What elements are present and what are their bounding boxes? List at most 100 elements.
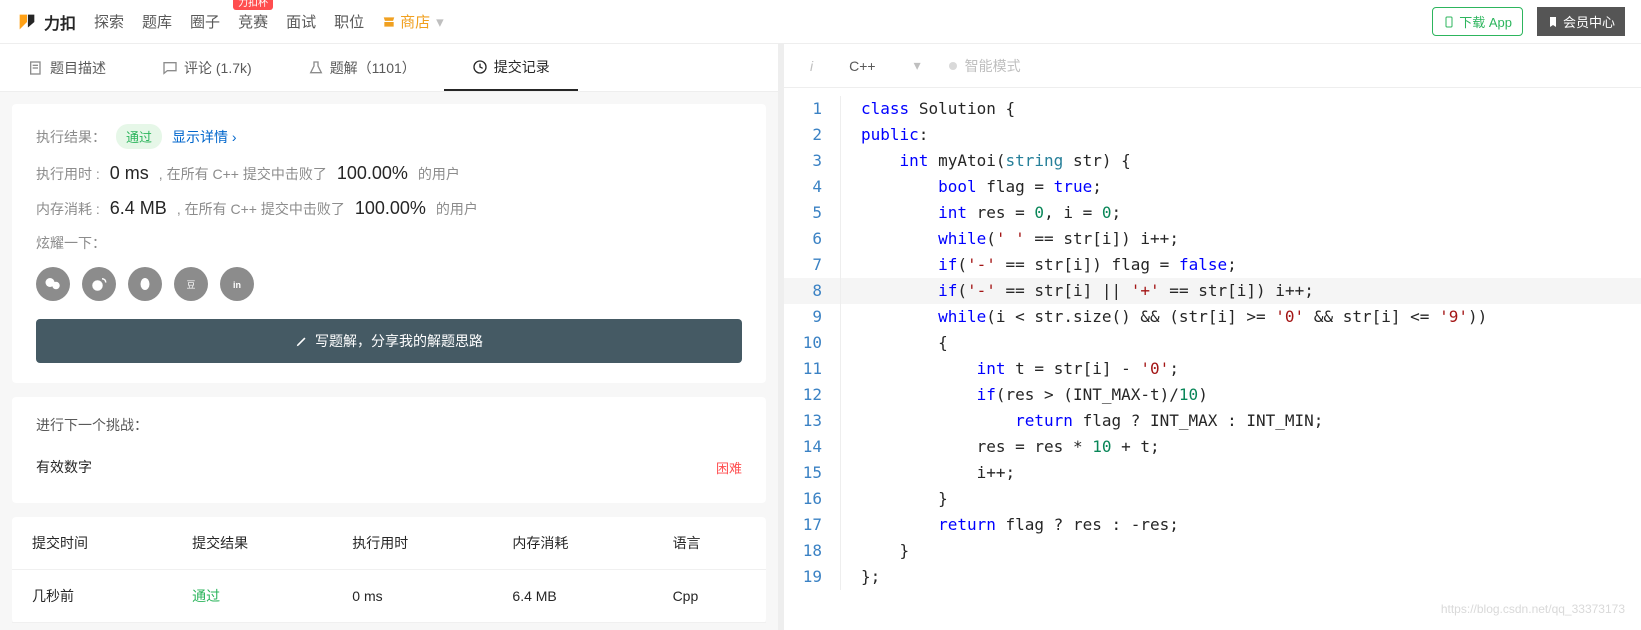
- nav-interview[interactable]: 面试: [286, 11, 316, 32]
- line-content: int myAtoi(string str) {: [840, 148, 1641, 174]
- code-line[interactable]: 19};: [784, 564, 1641, 590]
- douban-icon: 豆: [182, 275, 200, 293]
- store-icon: [382, 15, 396, 29]
- code-line[interactable]: 5 int res = 0, i = 0;: [784, 200, 1641, 226]
- right-panel: i C++ ▾ 智能模式 1class Solution {2public:3 …: [784, 44, 1641, 630]
- qq-icon: [136, 275, 154, 293]
- weibo-share-button[interactable]: [82, 267, 116, 301]
- line-number: 9: [784, 304, 840, 330]
- left-panel: 题目描述 评论 (1.7k) 题解（1101） 提交记录 执行结果： 通过 显示…: [0, 44, 784, 630]
- line-content: if('-' == str[i] || '+' == str[i]) i++;: [840, 278, 1641, 304]
- nav-right: 下载 App 会员中心: [1432, 7, 1625, 36]
- col-mem: 内存消耗: [492, 517, 652, 570]
- table-row[interactable]: 几秒前 通过 0 ms 6.4 MB Cpp: [12, 570, 766, 623]
- line-content: i++;: [840, 460, 1641, 486]
- caret-down-icon: ▾: [436, 13, 444, 31]
- brand-text: 力扣: [44, 10, 76, 34]
- col-exec: 执行用时: [332, 517, 492, 570]
- chevron-down-icon: ▾: [914, 57, 921, 74]
- content-scroll[interactable]: 执行结果： 通过 显示详情 › 执行用时 : 0 ms , 在所有 C++ 提交…: [0, 92, 778, 630]
- code-line[interactable]: 16 }: [784, 486, 1641, 512]
- cell-mem: 6.4 MB: [492, 570, 652, 623]
- line-number: 3: [784, 148, 840, 174]
- line-number: 13: [784, 408, 840, 434]
- challenge-title: 进行下一个挑战：: [36, 415, 742, 435]
- exec-result-label: 执行结果：: [36, 127, 106, 147]
- nav-jobs[interactable]: 职位: [334, 11, 364, 32]
- code-line[interactable]: 15 i++;: [784, 460, 1641, 486]
- share-row: 豆 in: [36, 267, 742, 301]
- logo[interactable]: 力扣: [16, 10, 76, 34]
- code-line[interactable]: 17 return flag ? res : -res;: [784, 512, 1641, 538]
- code-line[interactable]: 10 {: [784, 330, 1641, 356]
- bookmark-icon: [1547, 16, 1559, 28]
- code-line[interactable]: 6 while(' ' == str[i]) i++;: [784, 226, 1641, 252]
- svg-text:in: in: [233, 280, 241, 290]
- line-number: 6: [784, 226, 840, 252]
- douban-share-button[interactable]: 豆: [174, 267, 208, 301]
- code-line[interactable]: 3 int myAtoi(string str) {: [784, 148, 1641, 174]
- challenge-item[interactable]: 有效数字 困难: [36, 449, 742, 485]
- editor-toolbar: i C++ ▾ 智能模式: [784, 44, 1641, 88]
- code-line[interactable]: 12 if(res > (INT_MAX-t)/10): [784, 382, 1641, 408]
- mem-label: 内存消耗 :: [36, 199, 100, 219]
- logo-icon: [16, 11, 38, 33]
- tab-solutions[interactable]: 题解（1101）: [280, 44, 444, 91]
- show-detail-link[interactable]: 显示详情 ›: [172, 127, 237, 147]
- code-line[interactable]: 14 res = res * 10 + t;: [784, 434, 1641, 460]
- cup-badge: 力扣杯: [233, 0, 273, 10]
- line-number: 17: [784, 512, 840, 538]
- code-line[interactable]: 18 }: [784, 538, 1641, 564]
- table-header-row: 提交时间 提交结果 执行用时 内存消耗 语言: [12, 517, 766, 570]
- code-line[interactable]: 7 if('-' == str[i]) flag = false;: [784, 252, 1641, 278]
- line-number: 12: [784, 382, 840, 408]
- line-content: {: [840, 330, 1641, 356]
- history-icon: [472, 59, 488, 75]
- mem-mid: , 在所有 C++ 提交中击败了: [177, 199, 345, 219]
- nav-store[interactable]: 商店 ▾: [382, 11, 444, 32]
- code-line[interactable]: 13 return flag ? INT_MAX : INT_MIN;: [784, 408, 1641, 434]
- cell-time: 几秒前: [12, 570, 172, 623]
- nav-problems[interactable]: 题库: [142, 11, 172, 32]
- challenge-card: 进行下一个挑战： 有效数字 困难: [12, 397, 766, 503]
- tab-submissions[interactable]: 提交记录: [444, 44, 578, 91]
- col-time: 提交时间: [12, 517, 172, 570]
- weibo-icon: [90, 275, 108, 293]
- tabs: 题目描述 评论 (1.7k) 题解（1101） 提交记录: [0, 44, 778, 92]
- code-line[interactable]: 4 bool flag = true;: [784, 174, 1641, 200]
- qq-share-button[interactable]: [128, 267, 162, 301]
- language-select[interactable]: i C++ ▾: [802, 53, 929, 78]
- member-button[interactable]: 会员中心: [1537, 7, 1625, 36]
- tab-solutions-label: 题解（1101）: [330, 58, 416, 78]
- code-line[interactable]: 8 if('-' == str[i] || '+' == str[i]) i++…: [784, 278, 1641, 304]
- write-solution-button[interactable]: 写题解，分享我的解题思路: [36, 319, 742, 363]
- tab-description[interactable]: 题目描述: [0, 44, 134, 91]
- nav-explore[interactable]: 探索: [94, 11, 124, 32]
- smart-mode-toggle[interactable]: 智能模式: [949, 56, 1021, 76]
- nav-contest[interactable]: 力扣杯 竞赛: [238, 11, 268, 32]
- line-content: int res = 0, i = 0;: [840, 200, 1641, 226]
- result-card: 执行结果： 通过 显示详情 › 执行用时 : 0 ms , 在所有 C++ 提交…: [12, 104, 766, 383]
- line-number: 4: [784, 174, 840, 200]
- line-content: int t = str[i] - '0';: [840, 356, 1641, 382]
- pen-icon: [295, 334, 309, 348]
- line-content: if('-' == str[i]) flag = false;: [840, 252, 1641, 278]
- nav-circle[interactable]: 圈子: [190, 11, 220, 32]
- time-label: 执行用时 :: [36, 164, 100, 184]
- line-content: public:: [840, 122, 1641, 148]
- member-label: 会员中心: [1563, 12, 1615, 31]
- tab-comments-label: 评论 (1.7k): [184, 58, 252, 78]
- code-line[interactable]: 1class Solution {: [784, 96, 1641, 122]
- download-app-button[interactable]: 下载 App: [1432, 7, 1523, 36]
- top-nav: 力扣 探索 题库 圈子 力扣杯 竞赛 面试 职位 商店 ▾ 下载 App 会员中…: [0, 0, 1641, 44]
- code-line[interactable]: 11 int t = str[i] - '0';: [784, 356, 1641, 382]
- linkedin-share-button[interactable]: in: [220, 267, 254, 301]
- wechat-share-button[interactable]: [36, 267, 70, 301]
- code-line[interactable]: 2public:: [784, 122, 1641, 148]
- tab-comments[interactable]: 评论 (1.7k): [134, 44, 280, 91]
- line-number: 16: [784, 486, 840, 512]
- mem-value: 6.4 MB: [110, 198, 167, 219]
- result-pass-link[interactable]: 通过: [192, 588, 220, 604]
- code-editor[interactable]: 1class Solution {2public:3 int myAtoi(st…: [784, 88, 1641, 630]
- code-line[interactable]: 9 while(i < str.size() && (str[i] >= '0'…: [784, 304, 1641, 330]
